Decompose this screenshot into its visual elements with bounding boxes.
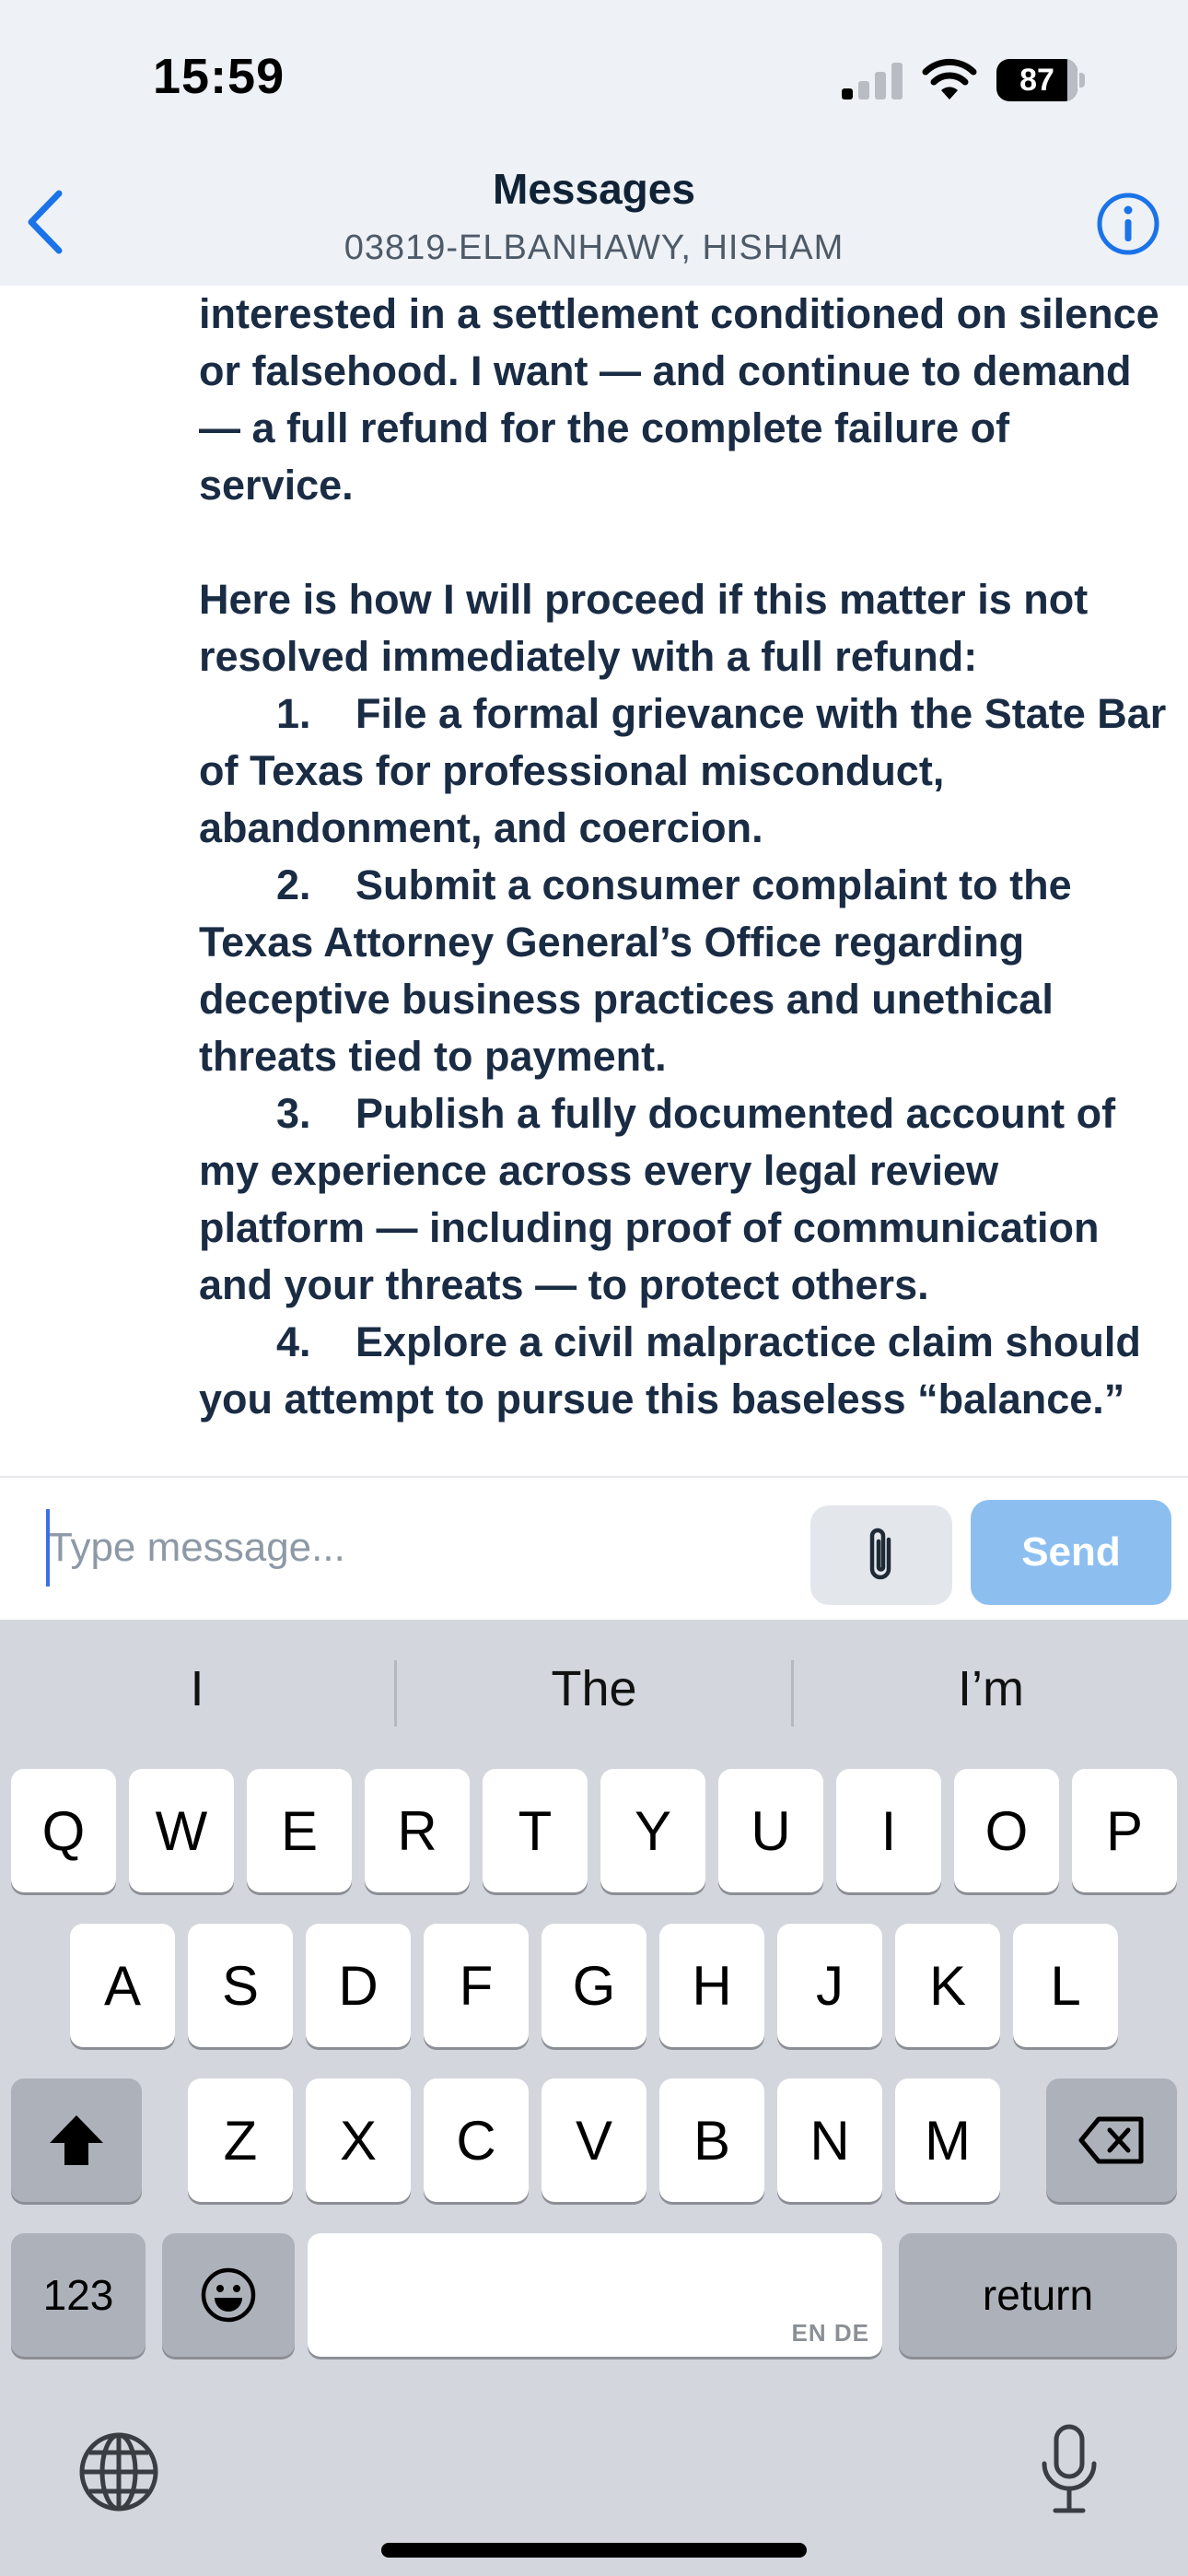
return-key[interactable]: return bbox=[899, 2233, 1177, 2357]
key[interactable]: A bbox=[70, 1924, 175, 2047]
key[interactable]: H bbox=[659, 1924, 764, 2047]
text-caret bbox=[46, 1509, 50, 1587]
keyboard: I The I’m Q W E R T Y U I O P A S D F G … bbox=[0, 1620, 1188, 2576]
key[interactable]: X bbox=[306, 2078, 411, 2202]
status-time: 15:59 bbox=[153, 49, 285, 104]
key[interactable]: N bbox=[777, 2078, 882, 2202]
key[interactable]: L bbox=[1013, 1924, 1118, 2047]
key[interactable]: V bbox=[542, 2078, 646, 2202]
key[interactable]: O bbox=[954, 1769, 1059, 1892]
message-paragraph: interested in a settlement conditioned o… bbox=[199, 290, 1159, 509]
home-indicator[interactable] bbox=[381, 2543, 807, 2558]
key[interactable]: C bbox=[424, 2078, 529, 2202]
emoji-key[interactable] bbox=[162, 2233, 295, 2357]
list-item: 1. File a formal grievance with the State… bbox=[199, 690, 1167, 851]
list-item: 2. Submit a consumer complaint to the Tex… bbox=[199, 861, 1072, 1080]
key[interactable]: G bbox=[542, 1924, 646, 2047]
key[interactable]: R bbox=[365, 1769, 470, 1892]
list-item: 3. Publish a fully documented account of … bbox=[199, 1090, 1116, 1308]
numbers-key[interactable]: 123 bbox=[11, 2233, 146, 2357]
key[interactable]: E bbox=[247, 1769, 352, 1892]
conversation-subtitle: 03819-ELBANHAWY, HISHAM bbox=[344, 228, 844, 267]
battery-icon: 87 bbox=[996, 59, 1085, 101]
wifi-icon bbox=[922, 58, 977, 100]
space-key[interactable]: EN DE bbox=[308, 2233, 882, 2357]
key[interactable]: D bbox=[306, 1924, 411, 2047]
key[interactable]: S bbox=[188, 1924, 293, 2047]
suggestion-item[interactable]: I bbox=[0, 1620, 394, 1758]
battery-level: 87 bbox=[1019, 63, 1054, 98]
key[interactable]: Q bbox=[11, 1769, 116, 1892]
backspace-icon bbox=[1078, 2116, 1144, 2164]
info-icon[interactable] bbox=[1096, 192, 1160, 256]
key[interactable]: U bbox=[718, 1769, 823, 1892]
suggestion-item[interactable]: I’m bbox=[794, 1620, 1188, 1758]
globe-icon[interactable] bbox=[77, 2430, 160, 2513]
key[interactable]: Z bbox=[188, 2078, 293, 2202]
key[interactable]: I bbox=[836, 1769, 941, 1892]
message-bubble: interested in a settlement conditioned o… bbox=[199, 286, 1175, 1428]
cellular-signal-icon bbox=[842, 63, 903, 100]
page-title: Messages bbox=[493, 165, 695, 213]
shift-key[interactable] bbox=[11, 2078, 142, 2202]
message-paragraph: Here is how I will proceed if this matte… bbox=[199, 576, 1089, 680]
keyboard-languages: EN DE bbox=[791, 2319, 869, 2347]
key[interactable]: Y bbox=[600, 1769, 705, 1892]
top-bar: 15:59 87 Messages 03819-ELBANHAWY, HISHA… bbox=[0, 0, 1188, 286]
paperclip-icon bbox=[869, 1528, 891, 1580]
attach-button[interactable] bbox=[810, 1505, 952, 1605]
suggestion-item[interactable]: The bbox=[397, 1620, 791, 1758]
list-item: 4. Explore a civil malpractice claim shou… bbox=[199, 1318, 1141, 1423]
message-composer: Send bbox=[0, 1476, 1188, 1620]
emoji-icon bbox=[201, 2267, 256, 2323]
message-input[interactable] bbox=[37, 1500, 792, 1596]
send-button[interactable]: Send bbox=[971, 1500, 1171, 1605]
key[interactable]: F bbox=[424, 1924, 529, 2047]
key[interactable]: K bbox=[895, 1924, 1000, 2047]
suggestion-bar: I The I’m bbox=[0, 1620, 1188, 1758]
key[interactable]: W bbox=[129, 1769, 234, 1892]
message-thread[interactable]: interested in a settlement conditioned o… bbox=[0, 286, 1188, 1476]
delete-key[interactable] bbox=[1046, 2078, 1177, 2202]
key[interactable]: T bbox=[483, 1769, 588, 1892]
microphone-icon[interactable] bbox=[1039, 2423, 1100, 2515]
shift-icon bbox=[50, 2115, 103, 2165]
key[interactable]: M bbox=[895, 2078, 1000, 2202]
key[interactable]: B bbox=[659, 2078, 764, 2202]
key[interactable]: J bbox=[777, 1924, 882, 2047]
key[interactable]: P bbox=[1072, 1769, 1177, 1892]
